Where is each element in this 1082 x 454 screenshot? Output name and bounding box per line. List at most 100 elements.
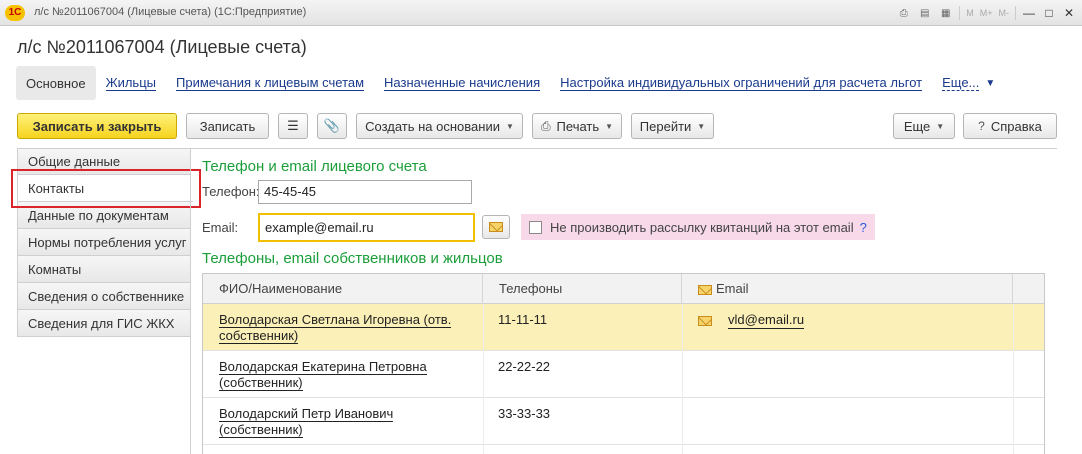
help-icon: ? (978, 119, 985, 133)
list-icon: ☰ (287, 118, 299, 133)
column-header-email[interactable]: Email (682, 274, 1013, 304)
sidebar-item-owner-info[interactable]: Сведения о собственнике (17, 283, 191, 310)
cell-name-line1: Володарский Петр Иванович (219, 406, 394, 422)
sidebar-item-general[interactable]: Общие данные (17, 148, 191, 175)
table-row[interactable]: Володарский Петр Иванович (собственник) 3… (203, 398, 1044, 445)
sidebar-item-gis[interactable]: Сведения для ГИС ЖКХ (17, 310, 191, 337)
form-tabs: Основное Жильцы Примечания к лицевым сче… (16, 66, 1005, 100)
sidebar-item-rooms[interactable]: Комнаты (17, 256, 191, 283)
help-icon[interactable]: ? (860, 220, 867, 235)
section-title-owners-contacts: Телефоны, email собственников и жильцов (202, 250, 503, 267)
no-mailing-checkbox[interactable] (529, 220, 542, 234)
tab-label: Настройка индивидуальных ограничений для… (560, 74, 923, 91)
section-sidebar: Общие данные Контакты Данные по документ… (17, 148, 193, 337)
titlebar-tools: ⎙ ▤ ▦ M M+ M- — □ ✕ (896, 4, 1076, 22)
table-row[interactable]: Володарская Светлана Игоревна (отв. собст… (203, 304, 1044, 351)
envelope-icon (698, 315, 712, 326)
column-divider (483, 304, 484, 454)
command-bar: Записать и закрыть Записать ☰ 📎 Создать … (17, 113, 1057, 139)
close-icon[interactable]: ✕ (1062, 6, 1076, 20)
more-button[interactable]: Еще ▼ (893, 113, 955, 139)
list-icon-button[interactable]: ☰ (278, 113, 308, 139)
cell-phone: 22-22-22 (498, 359, 551, 374)
more-label: Еще (903, 118, 931, 134)
tab-label: Жильцы (105, 74, 156, 91)
print-button[interactable]: ⎙ Печать ▼ (532, 113, 622, 139)
memory-m-button[interactable]: M (966, 6, 974, 20)
no-mailing-label: Не производить рассылку квитанций на это… (550, 219, 854, 235)
table-header: ФИО/Наименование Телефоны Email (203, 274, 1044, 304)
goto-label: Перейти (639, 118, 692, 134)
print-label: Печать (556, 118, 600, 134)
envelope-icon (698, 284, 712, 295)
phone-label: Телефон: (202, 184, 260, 199)
column-divider (682, 304, 683, 454)
tab-more[interactable]: Еще... ▼ (932, 66, 1005, 100)
chevron-down-icon: ▼ (605, 121, 614, 131)
tab-label: Еще... (942, 74, 980, 91)
chevron-down-icon: ▼ (936, 121, 945, 131)
document-icon[interactable]: ▤ (917, 6, 932, 20)
create-based-on-button[interactable]: Создать на основании ▼ (356, 113, 523, 139)
tab-main[interactable]: Основное (16, 66, 96, 100)
cell-name-line1: Володарская Светлана Игоревна (отв. (219, 312, 452, 328)
tab-residents[interactable]: Жильцы (96, 66, 166, 100)
cell-email[interactable]: vld@email.ru (698, 312, 805, 329)
goto-button[interactable]: Перейти ▼ (631, 113, 714, 139)
cell-email-value: vld@email.ru (728, 312, 805, 329)
column-header-email-label: Email (716, 281, 749, 296)
printer-icon: ⎙ (540, 118, 551, 133)
page-title: л/с №2011067004 (Лицевые счета) (17, 37, 307, 57)
cell-name[interactable]: Володарская Светлана Игоревна (отв. собст… (219, 312, 469, 344)
sidebar-item-documents[interactable]: Данные по документам (17, 202, 191, 229)
send-email-button[interactable] (482, 215, 510, 239)
titlebar-separator (1015, 6, 1016, 20)
save-and-close-button[interactable]: Записать и закрыть (17, 113, 177, 139)
window-title: л/с №2011067004 (Лицевые счета) (1С:Пред… (34, 6, 307, 18)
memory-m-minus-button[interactable]: M- (999, 6, 1010, 20)
cell-phone: 33-33-33 (498, 406, 551, 421)
help-label: Справка (990, 118, 1042, 134)
cell-name[interactable]: Володарская Екатерина Петровна (собственн… (219, 359, 469, 391)
cell-name-line2: (собственник) (219, 375, 303, 391)
minimize-icon[interactable]: — (1022, 6, 1036, 20)
tab-benefit-limits[interactable]: Настройка индивидуальных ограничений для… (550, 66, 932, 100)
chevron-down-icon: ▼ (505, 121, 514, 131)
window-titlebar: 1C л/с №2011067004 (Лицевые счета) (1С:П… (0, 0, 1082, 26)
app-logo-icon: 1C (5, 5, 25, 21)
column-header-phones[interactable]: Телефоны (483, 274, 682, 304)
memory-m-plus-button[interactable]: M+ (980, 6, 993, 20)
owners-contacts-table: ФИО/Наименование Телефоны Email Володарс… (202, 273, 1045, 454)
email-input[interactable]: example@email.ru (258, 213, 475, 242)
tab-label: Назначенные начисления (384, 74, 541, 91)
sidebar-item-contacts[interactable]: Контакты (17, 175, 193, 202)
cell-name-line1: Володарская Екатерина Петровна (219, 359, 427, 375)
cell-name[interactable]: Володарский Петр Иванович (собственник) (219, 406, 469, 438)
tab-label: Основное (26, 75, 86, 91)
tab-label: Примечания к лицевым счетам (176, 74, 365, 91)
no-mailing-option[interactable]: Не производить рассылку квитанций на это… (521, 214, 875, 240)
maximize-icon[interactable]: □ (1042, 6, 1056, 20)
paperclip-icon: 📎 (323, 118, 341, 133)
calendar-icon[interactable]: ▦ (938, 6, 953, 20)
section-title-account-contacts: Телефон и email лицевого счета (202, 158, 427, 175)
table-row[interactable]: Володарская Екатерина Петровна (собственн… (203, 351, 1044, 398)
create-based-label: Создать на основании (365, 118, 500, 134)
cell-name-line2: собственник) (219, 328, 299, 344)
sidebar-item-consumption-norms[interactable]: Нормы потребления услуг (17, 229, 191, 256)
envelope-icon (489, 222, 503, 232)
chevron-down-icon: ▼ (697, 121, 706, 131)
attach-icon-button[interactable]: 📎 (317, 113, 347, 139)
phone-input[interactable]: 45-45-45 (258, 180, 472, 204)
column-divider (1013, 304, 1014, 454)
column-header-name[interactable]: ФИО/Наименование (203, 274, 483, 304)
chevron-down-icon: ▼ (985, 77, 996, 89)
help-button[interactable]: ? Справка (963, 113, 1057, 139)
titlebar-separator (959, 6, 961, 20)
email-label: Email: (202, 220, 239, 235)
printer-icon[interactable]: ⎙ (896, 6, 911, 20)
tab-notes[interactable]: Примечания к лицевым счетам (166, 66, 374, 100)
cell-phone: 11-11-11 (498, 312, 548, 327)
save-button[interactable]: Записать (186, 113, 269, 139)
tab-charges[interactable]: Назначенные начисления (374, 66, 550, 100)
